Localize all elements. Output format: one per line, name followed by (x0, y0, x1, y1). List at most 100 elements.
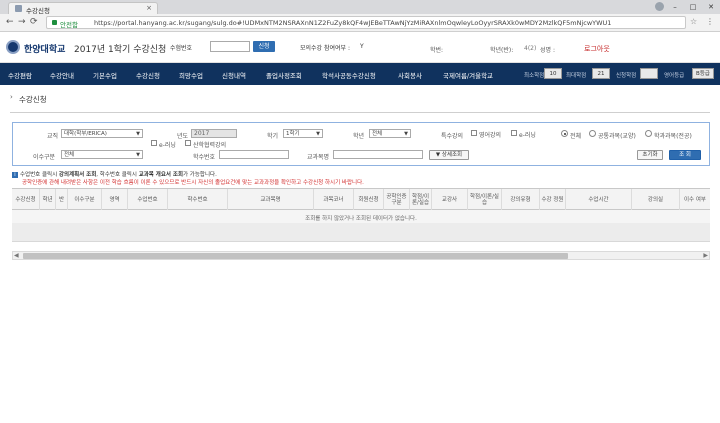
col-completion: 이수 여부 (684, 196, 706, 203)
browser-tab[interactable]: 수강신청 × (8, 2, 158, 15)
elearning-checkbox[interactable] (511, 130, 517, 136)
col-credit-a: 학점/이론/실습 (410, 189, 432, 210)
campus-select-value: 대학(학부/ERICA) (64, 131, 107, 137)
forward-icon[interactable]: → (18, 17, 26, 27)
nav-item-guide[interactable]: 수강안내 (50, 70, 74, 80)
chevron-right-icon: › (10, 93, 13, 101)
grade-select[interactable]: 전체 ▼ (369, 129, 411, 138)
year-input[interactable]: 2017 (191, 129, 237, 138)
radio-major[interactable] (645, 130, 652, 137)
nav-item-international[interactable]: 국제여름/겨울학교 (443, 70, 493, 80)
nav-item-joint-course[interactable]: 학석사공동수강신청 (322, 70, 376, 80)
col-instructor: 교강사 (432, 189, 468, 210)
empty-message: 조회를 하지 않았거나 조회된 데이터가 없습니다. (305, 216, 417, 222)
industry-course-checkbox[interactable] (185, 140, 191, 146)
credit-max-label: 최대학점 (566, 73, 587, 79)
horizontal-scrollbar[interactable]: ◀ ▶ (12, 251, 710, 260)
notice-info: i 수업번호 클릭시 강의계획서 조회, 학수번호 클릭시 교과목 개요서 조회가… (12, 170, 217, 178)
col-course-no: 학수번호 (168, 189, 228, 210)
maximize-button[interactable]: □ (684, 0, 702, 14)
radio-all-label: 전체 (570, 133, 582, 140)
scrollbar-thumb[interactable] (23, 253, 568, 259)
course-type-select[interactable]: 전체 ▼ (61, 150, 143, 159)
nav-item-catalog[interactable]: 수강편람 (8, 70, 32, 80)
col-abeek: 공학인증 구분 (384, 189, 410, 210)
radio-all[interactable] (561, 130, 568, 137)
english-level-label: 영어등급 (664, 73, 685, 79)
url-text[interactable]: https://portal.hanyang.ac.kr/sugang/sulg… (94, 19, 684, 27)
scroll-left-icon[interactable]: ◀ (14, 252, 19, 259)
bookmark-star-icon[interactable]: ☆ (690, 17, 697, 26)
name-label: 성명 : (540, 47, 555, 54)
secure-label: 안전함 (60, 21, 78, 29)
col-class: 반 (56, 189, 68, 210)
special-course-label: 특수강의 (441, 133, 464, 140)
term-label: 학기 (267, 133, 279, 140)
search-button[interactable]: 조 회 (669, 150, 701, 160)
course-number-input[interactable] (219, 150, 289, 159)
elearning2-label: e-러닝 (159, 142, 176, 149)
scroll-right-icon[interactable]: ▶ (703, 252, 708, 259)
col-area: 영역 (102, 189, 128, 210)
term-select-value: 1학기 (286, 131, 300, 137)
nav-item-registration[interactable]: 수강신청 (136, 70, 160, 80)
term-title: 2017년 1학기 수강신청 (74, 45, 167, 55)
nav-item-graduation[interactable]: 졸업사정조회 (266, 70, 302, 80)
dropdown-caret-icon: ▼ (316, 131, 320, 137)
dropdown-caret-icon: ▼ (404, 131, 408, 137)
nav-item-history[interactable]: 신청내역 (222, 70, 246, 80)
col-member: 회원신청 (354, 189, 384, 210)
tab-close-icon[interactable]: × (146, 4, 152, 12)
exam-number-input[interactable] (210, 41, 250, 52)
col-class-no: 수업번호 (128, 189, 168, 210)
nav-item-basic-class[interactable]: 기본수업 (93, 70, 117, 80)
browser-tab-strip: 수강신청 × – □ ✕ (0, 0, 720, 15)
radio-common[interactable] (589, 130, 596, 137)
nav-item-wishlist[interactable]: 희망수업 (179, 70, 203, 80)
credit-min-value: 10 (544, 68, 562, 79)
subject-name-input[interactable] (333, 150, 423, 159)
apply-button[interactable]: 신청 (253, 41, 275, 52)
logout-link[interactable]: 로그아웃 (584, 44, 610, 54)
reset-button[interactable]: 초기화 (637, 150, 663, 160)
elearning2-checkbox[interactable] (151, 140, 157, 146)
nav-item-volunteer[interactable]: 사회봉사 (398, 70, 422, 80)
mock-participation-value: Y (360, 43, 364, 50)
page-favicon-icon (15, 5, 22, 12)
course-grid-header: 수강신청 학년 반 이수구분 영역 수업번호 학수번호 교과목명 과목코너 회원… (12, 188, 710, 210)
browser-menu-icon[interactable]: ⋮ (706, 17, 714, 26)
year-label: 년도 (177, 133, 189, 140)
dropdown-caret-icon: ▼ (136, 152, 140, 158)
mock-participation-label: 모의수강 참여여부 : (300, 45, 350, 52)
course-number-label: 학수번호 (193, 154, 216, 161)
browser-toolbar: ← → ⟳ 안전함 https://portal.hanyang.ac.kr/s… (0, 14, 720, 32)
grade-class-label: 학년(반): (490, 47, 514, 54)
subject-name-label: 교과목명 (307, 154, 330, 161)
credit-max-value: 21 (592, 68, 610, 79)
col-room: 강의실 (632, 189, 680, 210)
campus-select[interactable]: 대학(학부/ERICA) ▼ (61, 129, 143, 138)
grade-class-value: 4(2) (524, 45, 537, 52)
course-type-label: 이수구분 (33, 154, 56, 161)
page-title: 수강신청 (19, 95, 47, 104)
course-grid-body: 조회를 하지 않았거나 조회된 데이터가 없습니다. (12, 210, 710, 242)
exam-number-label: 수험번호 (170, 45, 193, 52)
close-window-button[interactable]: ✕ (702, 0, 720, 14)
search-panel: 교직 대학(학부/ERICA) ▼ 년도 2017 학기 1학기 ▼ 학년 전체 ▼ … (12, 122, 710, 166)
university-logo-text[interactable]: 한양대학교 (24, 42, 65, 55)
profile-icon[interactable] (655, 2, 664, 11)
col-credit-b: 학점/이론/실습 (468, 189, 502, 210)
industry-course-label: 산학협력강의 (193, 142, 227, 149)
term-select[interactable]: 1학기 ▼ (283, 129, 323, 138)
english-course-checkbox[interactable] (471, 130, 477, 136)
minimize-button[interactable]: – (666, 0, 684, 14)
address-bar[interactable]: 안전함 https://portal.hanyang.ac.kr/sugang/… (46, 16, 686, 29)
col-subject-name: 교과목명 (228, 189, 314, 210)
col-corner: 과목코너 (314, 189, 354, 210)
english-course-label: 영어강의 (479, 132, 502, 139)
back-icon[interactable]: ← (6, 17, 14, 27)
course-type-select-value: 전체 (64, 152, 75, 158)
university-seal-icon[interactable] (6, 40, 20, 54)
detail-search-button[interactable]: ▼ 상세조회 (429, 150, 469, 160)
reload-icon[interactable]: ⟳ (30, 17, 38, 27)
